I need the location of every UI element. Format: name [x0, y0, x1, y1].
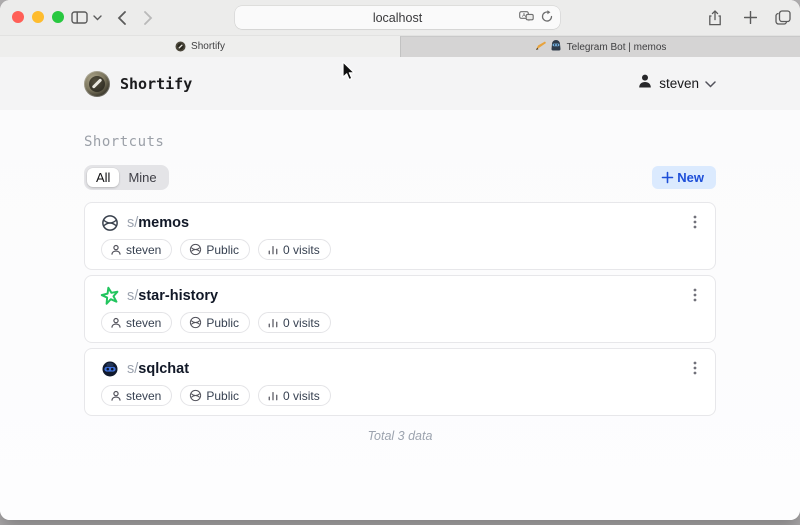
shortcut-card-memos[interactable]: s/memos steven Public — [84, 202, 716, 270]
user-icon — [637, 73, 653, 94]
globe-icon — [189, 243, 202, 256]
card-menu-button[interactable] — [687, 214, 703, 230]
browser-window: localhost A — [0, 0, 800, 520]
shortify-logo-icon — [84, 71, 110, 97]
shortcut-prefix: s/ — [127, 215, 138, 231]
vertical-ellipsis-icon — [693, 288, 697, 302]
shortcut-list: s/memos steven Public — [84, 202, 716, 416]
visits-label: 0 visits — [283, 243, 320, 257]
tab-label: Telegram Bot | memos — [567, 42, 667, 53]
shortcut-title: s/star-history — [127, 288, 218, 304]
main-content: Shortcuts All Mine New — [0, 110, 800, 520]
visibility-label: Public — [206, 389, 239, 403]
shortcut-title: s/memos — [127, 215, 189, 231]
shortcut-name: memos — [138, 215, 189, 231]
visibility-label: Public — [206, 243, 239, 257]
translate-icon[interactable]: A — [519, 11, 534, 25]
owner-badge: steven — [101, 312, 172, 333]
pencil-icon — [535, 40, 547, 54]
address-text: localhost — [373, 11, 422, 25]
card-menu-button[interactable] — [687, 360, 703, 376]
owner-badge: steven — [101, 239, 172, 260]
traffic-lights — [12, 11, 64, 23]
sidebar-toggle-icon[interactable] — [68, 0, 90, 35]
globe-favicon — [101, 214, 119, 232]
visibility-badge: Public — [180, 385, 250, 406]
bar-chart-icon — [267, 244, 279, 256]
close-window-button[interactable] — [12, 11, 24, 23]
new-button-label: New — [677, 170, 704, 185]
page-title: Shortcuts — [84, 134, 716, 150]
app-title: Shortify — [120, 75, 192, 93]
visits-label: 0 visits — [283, 316, 320, 330]
vertical-ellipsis-icon — [693, 361, 697, 375]
vertical-ellipsis-icon — [693, 215, 697, 229]
shortcut-title: s/sqlchat — [127, 361, 189, 377]
shortcut-prefix: s/ — [127, 288, 138, 304]
robot-favicon — [101, 360, 119, 378]
owner-name: steven — [126, 243, 161, 257]
chevron-down-icon — [705, 75, 716, 93]
tab-telegram-bot-memos[interactable]: Telegram Bot | memos — [400, 36, 800, 57]
shortcut-card-sqlchat[interactable]: s/sqlchat steven Public — [84, 348, 716, 416]
visits-label: 0 visits — [283, 389, 320, 403]
app-header: Shortify steven — [0, 57, 800, 110]
shortcut-name: sqlchat — [138, 361, 189, 377]
owner-badge: steven — [101, 385, 172, 406]
share-icon[interactable] — [705, 0, 725, 35]
visibility-badge: Public — [180, 312, 250, 333]
new-tab-icon[interactable] — [740, 0, 760, 35]
visits-badge: 0 visits — [258, 239, 331, 260]
robot-icon — [550, 40, 562, 54]
globe-icon — [189, 316, 202, 329]
reload-icon[interactable] — [541, 10, 553, 26]
shortcut-prefix: s/ — [127, 361, 138, 377]
owner-name: steven — [126, 389, 161, 403]
total-count-text: Total 3 data — [84, 429, 716, 443]
user-name: steven — [659, 76, 699, 91]
star-favicon — [101, 287, 119, 305]
forward-icon[interactable] — [139, 0, 157, 35]
new-shortcut-button[interactable]: New — [652, 166, 716, 189]
visits-badge: 0 visits — [258, 312, 331, 333]
bar-chart-icon — [267, 317, 279, 329]
visits-badge: 0 visits — [258, 385, 331, 406]
shortify-favicon — [175, 41, 186, 52]
filter-all[interactable]: All — [87, 168, 119, 187]
visibility-label: Public — [206, 316, 239, 330]
owner-name: steven — [126, 316, 161, 330]
address-bar[interactable]: localhost A — [235, 6, 560, 29]
svg-text:A: A — [522, 12, 526, 18]
tab-label: Shortify — [191, 41, 225, 52]
minimize-window-button[interactable] — [32, 11, 44, 23]
person-icon — [110, 244, 122, 256]
shortcut-card-star-history[interactable]: s/star-history steven Public — [84, 275, 716, 343]
bar-chart-icon — [267, 390, 279, 402]
shortcut-name: star-history — [138, 288, 218, 304]
filter-mine[interactable]: Mine — [119, 168, 165, 187]
chevron-down-icon[interactable] — [90, 0, 104, 35]
tab-bar: Shortify Telegram Bot | m — [0, 35, 800, 57]
tab-overview-icon[interactable] — [772, 0, 794, 35]
visibility-badge: Public — [180, 239, 250, 260]
plus-icon — [661, 171, 674, 184]
user-menu[interactable]: steven — [637, 73, 716, 94]
filter-segmented-control: All Mine — [84, 165, 169, 190]
app-logo-link[interactable]: Shortify — [84, 71, 192, 97]
browser-toolbar: localhost A — [0, 0, 800, 35]
person-icon — [110, 390, 122, 402]
back-icon[interactable] — [112, 0, 130, 35]
zoom-window-button[interactable] — [52, 11, 64, 23]
tab-shortify[interactable]: Shortify — [0, 36, 400, 57]
globe-icon — [189, 389, 202, 402]
person-icon — [110, 317, 122, 329]
card-menu-button[interactable] — [687, 287, 703, 303]
